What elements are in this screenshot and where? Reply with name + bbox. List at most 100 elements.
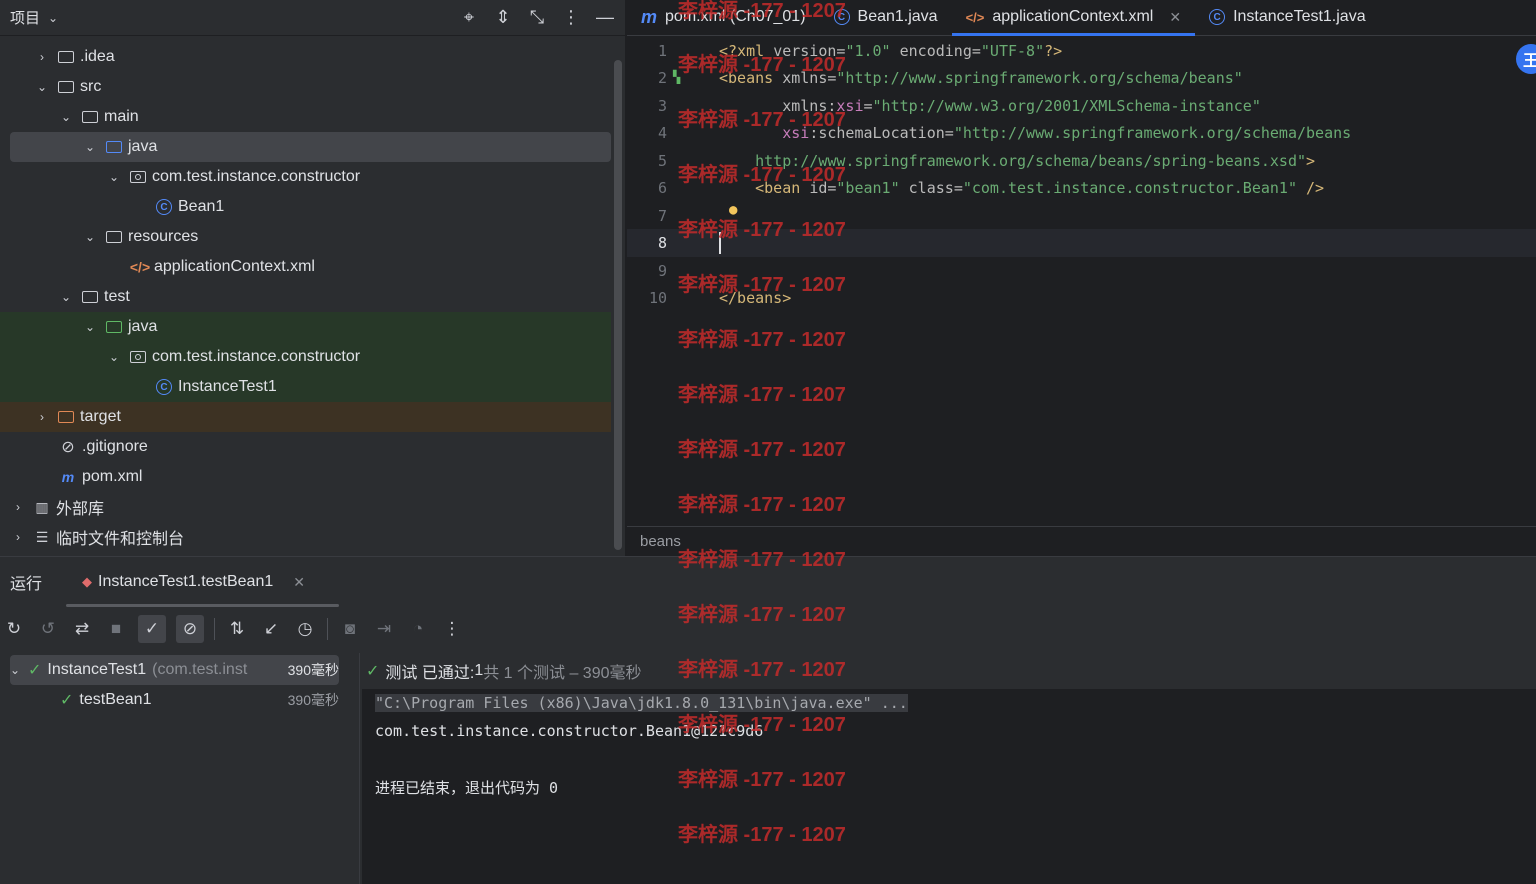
source-folder-icon [104, 139, 124, 155]
expand-icon[interactable]: ⇕ [493, 7, 513, 28]
status-count: 1 [474, 662, 484, 679]
check-icon: ✓ [366, 663, 380, 680]
test-run-icon: ◆ [82, 574, 93, 589]
tab-instancetest1[interactable]: C InstanceTest1.java [1195, 0, 1380, 35]
tree-item-label: target [80, 408, 121, 425]
tree-item-label: src [80, 78, 102, 95]
collapse-icon[interactable]: ⤡ [527, 7, 547, 28]
tree-item-label: Bean1 [178, 198, 225, 215]
chevron-right-icon[interactable]: › [34, 410, 50, 424]
tree-item-resources[interactable]: ⌄ resources [0, 222, 611, 252]
test-folder-icon [104, 319, 124, 335]
tab-bean1[interactable]: C Bean1.java [820, 0, 952, 35]
run-tab-label: InstanceTest1.testBean1 [98, 573, 274, 590]
console-output-line: com.test.instance.constructor.Bean1@121c… [375, 722, 764, 740]
bean-gutter-icon[interactable]: ▚ [673, 70, 680, 84]
more-icon[interactable]: ⋮ [561, 7, 581, 28]
show-passed-icon[interactable]: ✓ [138, 615, 166, 643]
chevron-down-icon[interactable]: ⌄ [106, 170, 122, 184]
package-icon [128, 349, 148, 365]
breadcrumb-item[interactable]: beans [640, 533, 681, 550]
tree-item-instancetest1[interactable]: C InstanceTest1 [0, 372, 611, 402]
locate-icon[interactable]: ⌖ [459, 7, 479, 28]
chevron-down-icon[interactable]: ⌄ [82, 230, 98, 244]
line-number: 10 [648, 289, 667, 307]
import-tests-icon[interactable]: ↙ [259, 617, 283, 641]
history-icon[interactable]: ◷ [293, 617, 317, 641]
tree-item-label: .idea [80, 48, 115, 65]
tree-item-target[interactable]: › target [0, 402, 611, 432]
chevron-down-icon[interactable]: ⌄ [58, 290, 74, 304]
run-tab[interactable]: ◆ InstanceTest1.testBean1 ✕ [66, 557, 339, 607]
tree-item-bean1[interactable]: C Bean1 [0, 192, 611, 222]
chevron-down-icon[interactable]: ⌄ [58, 110, 74, 124]
chevron-down-icon[interactable]: ⌄ [82, 320, 98, 334]
rerun-icon[interactable]: ↻ [2, 617, 26, 641]
stop-icon[interactable]: ■ [104, 617, 128, 641]
chevron-down-icon[interactable]: ⌄ [34, 80, 50, 94]
chevron-right-icon[interactable]: › [10, 530, 26, 544]
tree-item-scratches[interactable]: › ☰ 临时文件和控制台 [0, 522, 611, 552]
run-toolbar: ↻ ↺ ⇄ ■ ✓ ⊘ ⇅ ↙ ◷ ◙ ⇥ ◔ ⋮ [0, 607, 1536, 651]
sort-icon[interactable]: ⇅ [225, 617, 249, 641]
tree-item-pom[interactable]: m pom.xml [0, 462, 611, 492]
line-number: 8 [657, 234, 667, 252]
line-number: 9 [657, 262, 667, 280]
lightbulb-icon[interactable]: ● [729, 202, 737, 218]
test-class-name: InstanceTest1 [47, 661, 147, 678]
check-icon: ✓ [60, 692, 74, 709]
show-ignored-icon[interactable]: ⊘ [176, 615, 204, 643]
test-status: ✓ 测试 已通过: 1 共 1 个测试 – 390毫秒 [362, 653, 1536, 689]
tree-item-label: main [104, 108, 139, 125]
toggle-auto-test-icon[interactable]: ⇄ [70, 617, 94, 641]
chevron-down-icon[interactable]: ⌄ [82, 140, 98, 154]
console-command-line[interactable]: "C:\Program Files (x86)\Java\jdk1.8.0_13… [375, 694, 908, 712]
chevron-down-icon[interactable]: ⌄ [10, 663, 28, 677]
chevron-right-icon[interactable]: › [10, 500, 26, 514]
tree-item-test[interactable]: ⌄ test [0, 282, 611, 312]
folder-icon [56, 49, 76, 65]
editor-panel: m pom.xml (Ch07_01) C Bean1.java </> app… [627, 0, 1536, 556]
project-scrollbar[interactable] [614, 60, 622, 550]
tree-item-src[interactable]: ⌄ src [0, 72, 611, 102]
more-icon[interactable]: ⋮ [440, 617, 464, 641]
screenshot-icon[interactable]: ◙ [338, 617, 362, 641]
close-icon[interactable]: ✕ [1169, 9, 1181, 26]
tree-item-package[interactable]: ⌄ com.test.instance.constructor [0, 162, 611, 192]
tree-item-appcontext[interactable]: </> applicationContext.xml [0, 252, 611, 282]
console-panel[interactable]: ✓ 测试 已通过: 1 共 1 个测试 – 390毫秒 "C:\Program … [362, 653, 1536, 884]
chevron-right-icon[interactable]: › [34, 50, 50, 64]
code-area[interactable]: 1 2 3 4 5 6 7 8 9 10 ▚ ● <?xml version="… [627, 36, 1536, 524]
tree-item-main[interactable]: ⌄ main [0, 102, 611, 132]
rerun-failed-icon[interactable]: ↺ [36, 617, 60, 641]
maven-icon: m [641, 6, 658, 27]
tree-item-main-java[interactable]: ⌄ java [10, 132, 611, 162]
ignore-file-icon: ⊘ [61, 439, 75, 456]
export-icon[interactable]: ⇥ [372, 617, 396, 641]
code-line: xmlns:xsi="http://www.w3.org/2001/XMLSch… [719, 97, 1261, 115]
tree-item-idea[interactable]: › .idea [0, 42, 611, 72]
chevron-down-icon[interactable]: ⌄ [48, 11, 58, 25]
library-icon: ▥ [35, 498, 49, 515]
tab-appcontext[interactable]: </> applicationContext.xml ✕ [951, 0, 1196, 36]
line-number: 3 [657, 97, 667, 115]
chevron-down-icon[interactable]: ⌄ [106, 350, 122, 364]
tree-item-test-java[interactable]: ⌄ java [0, 312, 611, 342]
test-tree-root[interactable]: ⌄ ✓ InstanceTest1 (com.test.inst 390毫秒 [10, 655, 339, 685]
class-icon: C [1209, 9, 1226, 25]
tree-item-test-package[interactable]: ⌄ com.test.instance.constructor [0, 342, 611, 372]
tree-item-gitignore[interactable]: ⊘ .gitignore [0, 432, 611, 462]
tree-item-external-libs[interactable]: › ▥ 外部库 [0, 492, 611, 522]
close-icon[interactable]: ✕ [293, 574, 305, 591]
folder-icon [80, 109, 100, 125]
project-title[interactable]: 项目 [10, 7, 40, 28]
minimize-icon[interactable]: — [595, 7, 615, 28]
coverage-icon[interactable]: ◔ [406, 617, 430, 641]
code-line: <?xml version="1.0" encoding="UTF-8"?> [719, 42, 1063, 60]
project-panel: 项目 ⌄ ⌖ ⇕ ⤡ ⋮ — › .idea ⌄ src ⌄ main ⌄ ja… [0, 0, 626, 556]
tab-pom[interactable]: m pom.xml (Ch07_01) [627, 0, 820, 35]
breadcrumb: beans [627, 526, 1536, 556]
tree-item-label: test [104, 288, 130, 305]
test-tree-item[interactable]: ✓ testBean1 390毫秒 [10, 685, 339, 715]
ide-window: 项目 ⌄ ⌖ ⇕ ⤡ ⋮ — › .idea ⌄ src ⌄ main ⌄ ja… [0, 0, 1536, 884]
